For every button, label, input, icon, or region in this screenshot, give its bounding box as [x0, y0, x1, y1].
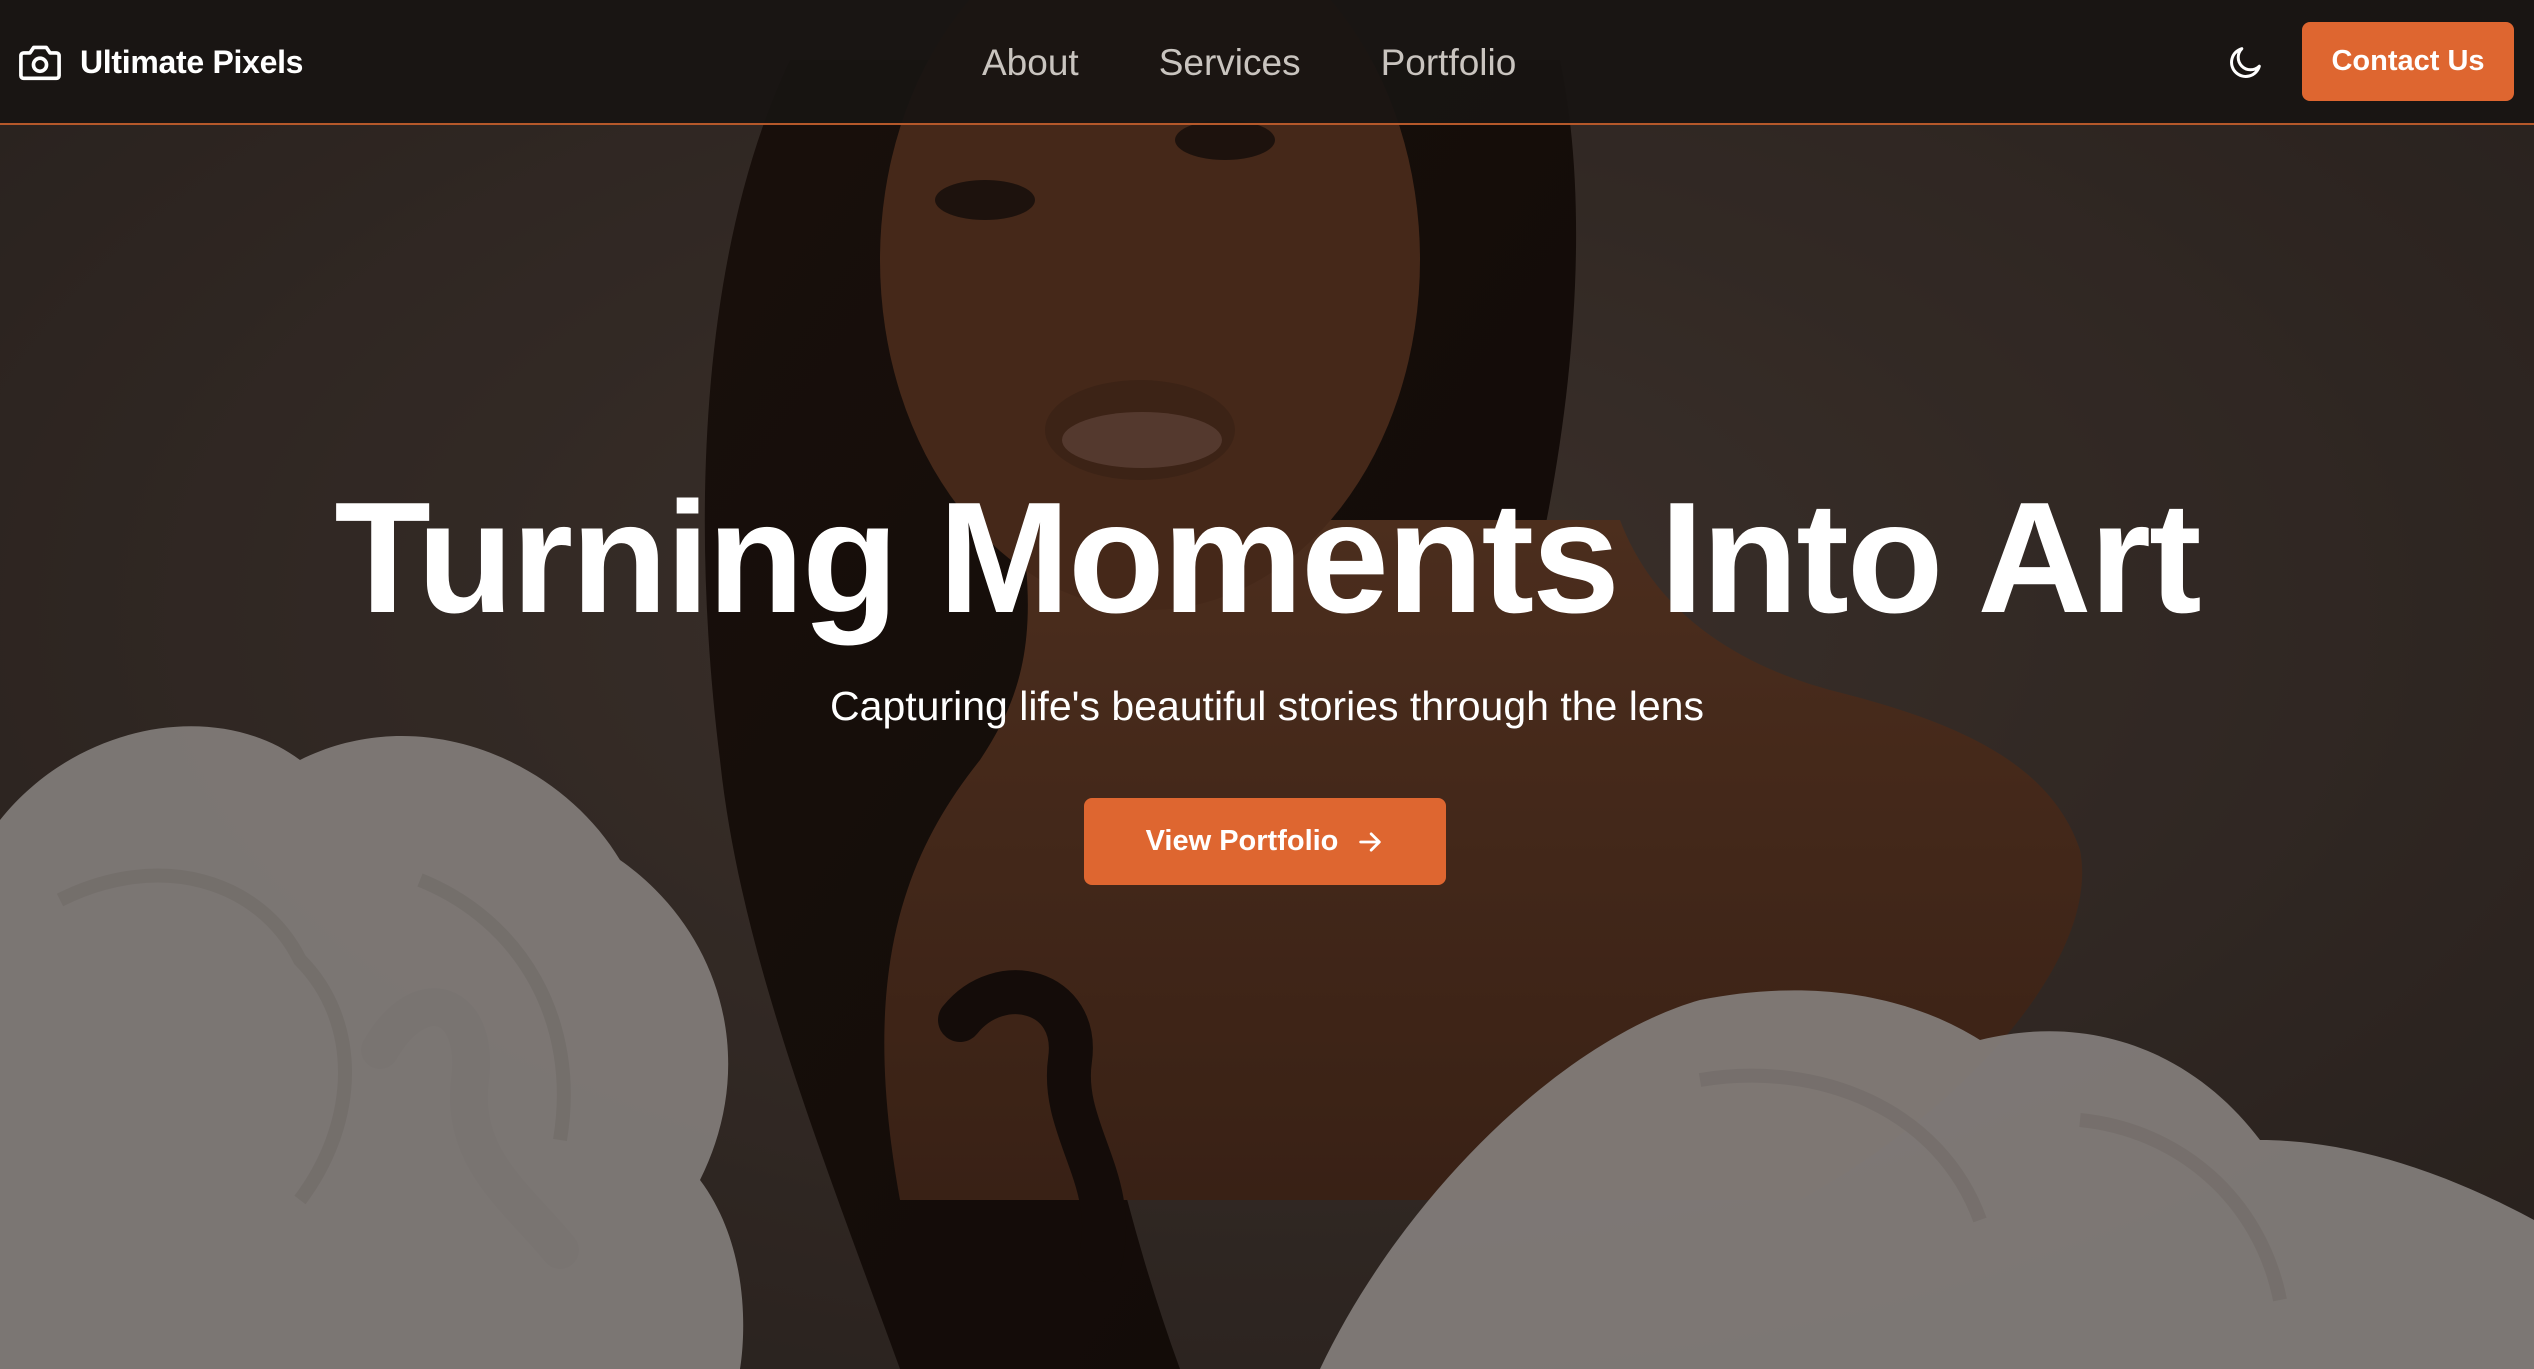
- nav-link-about[interactable]: About: [982, 42, 1079, 84]
- hero-title: Turning Moments Into Art: [334, 470, 2201, 646]
- nav-link-services[interactable]: Services: [1159, 42, 1301, 84]
- nav-link-portfolio[interactable]: Portfolio: [1381, 42, 1517, 84]
- contact-us-button[interactable]: Contact Us: [2302, 22, 2514, 101]
- view-portfolio-button[interactable]: View Portfolio: [1084, 798, 1446, 885]
- brand-name: Ultimate Pixels: [80, 43, 304, 80]
- page: Ultimate Pixels About Services Portfolio…: [0, 0, 2534, 1369]
- main-nav: About Services Portfolio: [982, 0, 1516, 125]
- theme-toggle-button[interactable]: [2226, 42, 2266, 82]
- view-portfolio-label: View Portfolio: [1145, 825, 1339, 857]
- brand-logo-link[interactable]: Ultimate Pixels: [18, 38, 303, 86]
- site-header: Ultimate Pixels About Services Portfolio…: [0, 0, 2534, 125]
- camera-icon: [19, 45, 61, 81]
- moon-icon: [2230, 47, 2261, 78]
- hero-subtitle: Capturing life's beautiful stories throu…: [830, 683, 1704, 729]
- arrow-right-icon: [1359, 831, 1382, 852]
